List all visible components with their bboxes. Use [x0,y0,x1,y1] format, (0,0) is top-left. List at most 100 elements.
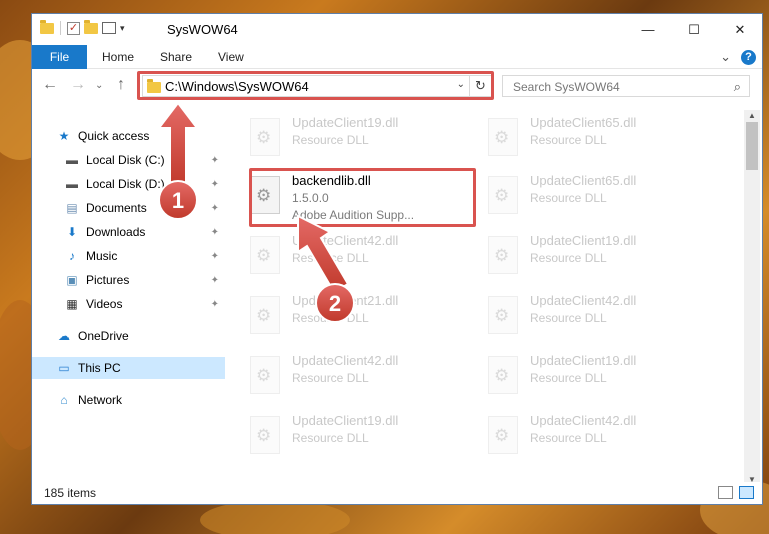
pin-icon[interactable]: ✦ [211,179,219,190]
sidebar-item-label: Local Disk (D:) [86,177,165,191]
search-placeholder: Search SysWOW64 [513,80,620,94]
file-name: UpdateClient65.dll [530,115,637,130]
search-icon[interactable]: ⌕ [734,79,741,95]
new-folder-icon[interactable] [84,19,98,34]
minimize-button[interactable]: — [625,14,671,45]
music-icon: ♪ [69,249,75,263]
drive-icon: ▬ [66,153,78,167]
sidebar-item-quick-access[interactable]: ★ Quick access [32,125,225,147]
tab-file[interactable]: File [32,45,87,69]
sidebar-item-label: Videos [86,297,123,311]
sidebar-item-label: Quick access [78,129,150,143]
view-toggle [718,486,754,499]
file-name: UpdateClient19.dll [530,353,637,368]
pin-icon[interactable]: ✦ [211,299,219,310]
sidebar-item-downloads[interactable]: ⬇ Downloads ✦ [32,221,225,243]
drive-icon: ▬ [66,177,78,191]
file-item[interactable]: UpdateClient19.dll Resource DLL [480,350,705,405]
sidebar-item-label: OneDrive [78,329,129,343]
scrollbar-thumb[interactable] [746,122,758,170]
pin-icon[interactable]: ✦ [211,227,219,238]
ribbon-tabs: File Home Share View ⌄ ? [32,45,762,69]
dll-file-gear-icon [488,176,518,214]
sidebar-item-local-disk-d[interactable]: ▬ Local Disk (D:) ✦ [32,173,225,195]
back-arrow-icon[interactable]: ← [42,76,58,94]
dll-file-gear-icon [250,416,280,454]
sidebar-item-music[interactable]: ♪ Music ✦ [32,245,225,267]
file-item[interactable]: UpdateClient42.dll Resource DLL [242,230,467,285]
file-name: UpdateClient65.dll [530,173,637,188]
file-description: Resource DLL [292,431,369,445]
background-leaf [200,500,350,534]
scroll-up-icon[interactable]: ▲ [744,111,760,120]
vertical-scrollbar[interactable]: ▲ ▼ [744,110,760,485]
file-description: Resource DLL [530,311,607,325]
search-input[interactable]: Search SysWOW64 ⌕ [502,75,750,97]
sidebar-item-documents[interactable]: ▤ Documents ✦ [32,197,225,219]
tab-share[interactable]: Share [160,50,192,64]
forward-arrow-icon[interactable]: → [70,76,86,94]
file-item[interactable]: UpdateClient21.dll Resource DLL [242,290,467,345]
file-item[interactable]: UpdateClient42.dll Resource DLL [480,410,705,465]
videos-icon: ▦ [66,297,78,311]
file-item[interactable]: UpdateClient65.dll Resource DLL [480,170,705,225]
tab-home[interactable]: Home [102,50,134,64]
folder-icon [40,19,54,34]
file-description: Resource DLL [292,251,369,265]
tab-view[interactable]: View [218,50,244,64]
file-item[interactable]: UpdateClient19.dll Resource DLL [242,410,467,465]
sidebar-item-onedrive[interactable]: ☁ OneDrive [32,325,225,347]
file-item[interactable]: UpdateClient42.dll Resource DLL [480,290,705,345]
pictures-icon: ▣ [66,273,78,287]
item-count: 185 items [44,486,97,500]
maximize-button[interactable]: ☐ [671,14,717,45]
file-name: UpdateClient42.dll [530,293,637,308]
dll-file-gear-icon [250,118,280,156]
sidebar-item-label: Documents [86,201,147,215]
this-pc-monitor-icon: ▭ [58,361,70,375]
dll-file-gear-icon [488,356,518,394]
network-icon: ⌂ [60,393,68,407]
status-bar: 185 items [32,482,762,504]
quick-access-star-icon: ★ [58,129,70,143]
sidebar-item-label: Network [78,393,123,407]
expand-ribbon-chevron-icon[interactable]: ⌄ [720,49,731,65]
sidebar-item-label: Local Disk (C:) [86,153,165,167]
details-view-icon[interactable] [718,486,733,499]
customize-toolbar-chevron-icon[interactable]: ▾ [120,23,125,34]
sidebar-item-label: This PC [78,361,121,375]
file-item[interactable]: UpdateClient19.dll Resource DLL [242,112,467,167]
sidebar-item-this-pc[interactable]: ▭ This PC [32,357,225,379]
dll-file-gear-icon [250,296,280,334]
toolbar-divider [60,21,61,35]
sidebar-item-label: Downloads [86,225,146,239]
up-arrow-icon[interactable]: ↑ [117,76,125,94]
file-description: Resource DLL [530,133,607,147]
recent-locations-chevron-icon[interactable]: ⌄ [95,80,103,91]
file-name: UpdateClient21.dll [292,293,399,308]
rename-icon[interactable] [102,22,116,34]
sidebar-item-local-disk-c[interactable]: ▬ Local Disk (C:) ✦ [32,149,225,171]
file-item[interactable]: UpdateClient42.dll Resource DLL [242,350,467,405]
large-icons-view-icon[interactable] [739,486,754,499]
pin-icon[interactable]: ✦ [211,155,219,166]
sidebar-item-label: Pictures [86,273,130,287]
file-description: Resource DLL [530,371,607,385]
pin-icon[interactable]: ✦ [211,203,219,214]
pin-icon[interactable]: ✦ [211,275,219,286]
title-bar: ✓ ▾ SysWOW64 — ☐ ✕ [32,14,762,45]
file-description: Resource DLL [292,371,369,385]
sidebar-item-network[interactable]: ⌂ Network [32,389,225,411]
file-description: Resource DLL [292,311,369,325]
help-icon[interactable]: ? [741,49,756,65]
sidebar-item-pictures[interactable]: ▣ Pictures ✦ [32,269,225,291]
file-name: UpdateClient42.dll [292,233,399,248]
close-button[interactable]: ✕ [717,14,763,45]
file-item[interactable]: UpdateClient65.dll Resource DLL [480,112,705,167]
file-item[interactable]: UpdateClient19.dll Resource DLL [480,230,705,285]
properties-check-icon[interactable]: ✓ [67,21,80,35]
pin-icon[interactable]: ✦ [211,251,219,262]
sidebar-item-videos[interactable]: ▦ Videos ✦ [32,293,225,315]
file-name: UpdateClient42.dll [292,353,399,368]
file-description: Resource DLL [530,431,607,445]
